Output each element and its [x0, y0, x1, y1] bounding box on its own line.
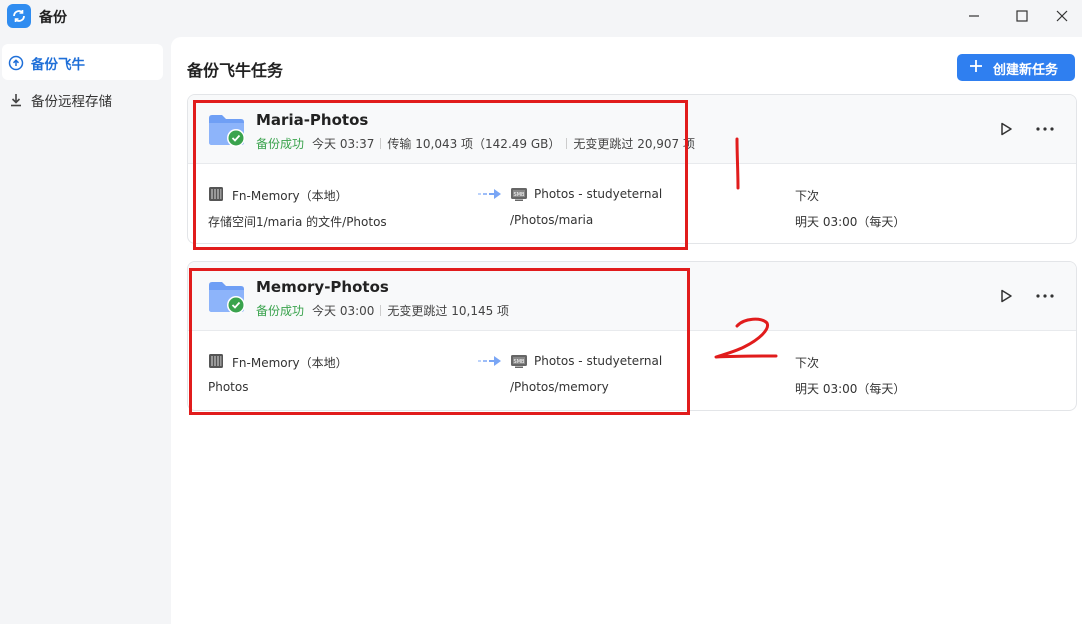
next-run-label: 下次 [795, 189, 820, 203]
backup-app-icon [7, 4, 31, 28]
next-run-value: 明天 03:00（每天） [795, 382, 906, 396]
next-run-value: 明天 03:00（每天） [795, 215, 906, 229]
more-icon[interactable] [1034, 119, 1056, 139]
app-title: 备份 [39, 10, 67, 26]
minimize-button[interactable] [960, 4, 988, 28]
play-icon[interactable] [995, 119, 1017, 139]
plus-icon [970, 60, 982, 72]
create-task-label: 创建新任务 [993, 63, 1059, 78]
annotation-number-2 [714, 317, 778, 359]
minimize-icon [969, 15, 979, 17]
next-run-label: 下次 [795, 356, 820, 370]
sidebar-item-backup-remote[interactable]: 备份远程存储 [2, 81, 163, 117]
annotation-number-1 [735, 137, 740, 190]
title-bar: 备份 [0, 0, 1082, 34]
create-task-button[interactable]: 创建新任务 [957, 54, 1075, 81]
page-title: 备份飞牛任务 [187, 61, 284, 80]
annotation-box-1 [193, 100, 688, 250]
sidebar-item-label: 备份远程存储 [31, 94, 112, 110]
download-icon [11, 94, 21, 107]
annotation-box-2 [189, 268, 690, 415]
more-icon[interactable] [1034, 286, 1056, 306]
close-icon [1056, 10, 1068, 22]
sidebar: 备份飞牛 备份远程存储 [0, 34, 170, 624]
close-button[interactable] [1048, 4, 1076, 28]
maximize-button[interactable] [1008, 4, 1036, 28]
play-icon[interactable] [995, 286, 1017, 306]
sidebar-item-backup-fnos[interactable]: 备份飞牛 [2, 44, 163, 80]
maximize-icon [1016, 10, 1028, 22]
cloud-upload-icon [8, 55, 24, 71]
sidebar-item-label: 备份飞牛 [31, 57, 85, 73]
